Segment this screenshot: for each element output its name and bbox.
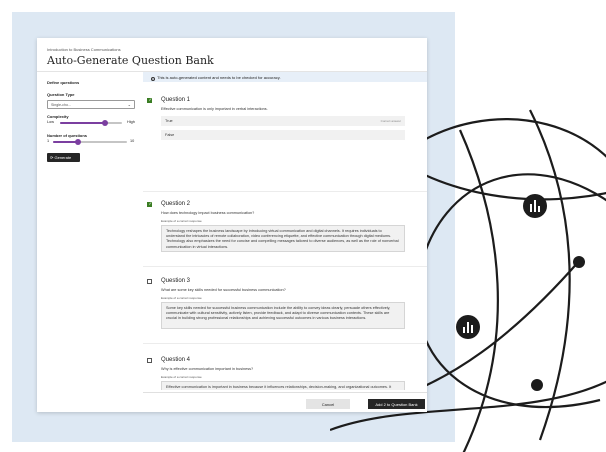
question-card: Question 3 What are some key skills need… bbox=[143, 277, 427, 337]
info-icon: i bbox=[151, 76, 155, 81]
example-answer: Technology reshapes the business landsca… bbox=[161, 225, 405, 252]
number-max-label: 10 bbox=[130, 139, 135, 143]
answer-option: False bbox=[161, 130, 405, 140]
question-text: Why is effective communication important… bbox=[161, 367, 254, 371]
complexity-slider[interactable] bbox=[60, 119, 122, 126]
question-card: Question 1 Effective communication is on… bbox=[143, 96, 427, 148]
question-checkbox[interactable] bbox=[147, 201, 152, 207]
question-divider bbox=[143, 343, 427, 344]
generated-questions-panel: i This is auto-generated content and need… bbox=[143, 72, 427, 412]
generate-button-label: Generate bbox=[54, 155, 72, 160]
question-type-select[interactable]: Single-cho... ⌄ bbox=[47, 100, 135, 109]
example-answer: Some key skills needed for successful bu… bbox=[161, 302, 405, 329]
question-text: Effective communication is only importan… bbox=[161, 107, 268, 111]
question-card: Question 2 How does technology impact bu… bbox=[143, 200, 427, 260]
answer-option-label: False bbox=[165, 133, 175, 137]
example-label: Example of a correct response bbox=[161, 375, 202, 379]
complexity-low-label: Low bbox=[47, 120, 54, 124]
correct-answer-tag: Correct answer bbox=[380, 119, 401, 123]
question-bank-dialog: Introduction to Business Communications … bbox=[37, 38, 427, 412]
example-label: Example of a correct response bbox=[161, 219, 202, 223]
question-list[interactable]: Question 1 Effective communication is on… bbox=[143, 84, 427, 390]
question-divider bbox=[143, 191, 427, 192]
number-slider-thumb[interactable] bbox=[74, 138, 81, 145]
answer-option-label: True bbox=[165, 119, 173, 123]
question-card: Question 4 Why is effective communicatio… bbox=[143, 356, 427, 390]
question-divider bbox=[143, 266, 427, 267]
number-of-questions-slider[interactable] bbox=[53, 138, 127, 145]
example-label: Example of a correct response bbox=[161, 296, 202, 300]
generate-button[interactable]: ⟳ Generate bbox=[47, 153, 80, 162]
dialog-footer: Cancel Add 2 to Question Bank bbox=[143, 392, 427, 412]
answer-option: True Correct answer bbox=[161, 116, 405, 126]
complexity-slider-fill bbox=[60, 122, 105, 124]
chevron-down-icon: ⌄ bbox=[127, 102, 131, 107]
number-min-label: 1 bbox=[47, 139, 50, 143]
question-checkbox[interactable] bbox=[147, 358, 152, 363]
accuracy-banner: i This is auto-generated content and need… bbox=[143, 72, 427, 82]
question-checkbox[interactable] bbox=[147, 279, 152, 284]
example-answer: Effective communication is important in … bbox=[161, 381, 405, 390]
question-text: What are some key skills needed for succ… bbox=[161, 288, 286, 292]
question-type-label: Question Type bbox=[47, 92, 75, 97]
question-title: Question 3 bbox=[161, 278, 191, 284]
complexity-slider-thumb[interactable] bbox=[101, 119, 108, 126]
banner-text: This is auto-generated content and needs… bbox=[157, 75, 281, 80]
question-title: Question 1 bbox=[161, 97, 191, 103]
question-checkbox[interactable] bbox=[147, 97, 152, 103]
stage: Introduction to Business Communications … bbox=[0, 0, 606, 452]
question-text: How does technology impact business comm… bbox=[161, 211, 255, 215]
complexity-high-label: High bbox=[127, 120, 135, 124]
cancel-button[interactable]: Cancel bbox=[306, 399, 350, 409]
question-title: Question 4 bbox=[161, 357, 191, 363]
breadcrumb[interactable]: Introduction to Business Communications bbox=[47, 47, 121, 52]
number-slider-row: 1 10 bbox=[47, 138, 137, 146]
refresh-icon: ⟳ bbox=[50, 155, 54, 160]
page-title: Auto-Generate Question Bank bbox=[47, 54, 214, 67]
complexity-slider-row: Low High bbox=[47, 119, 137, 127]
define-questions-heading: Define questions bbox=[47, 80, 80, 85]
number-slider-fill bbox=[53, 141, 78, 143]
add-to-question-bank-button[interactable]: Add 2 to Question Bank bbox=[368, 399, 425, 409]
question-title: Question 2 bbox=[161, 201, 191, 207]
question-type-value: Single-cho... bbox=[51, 103, 71, 107]
